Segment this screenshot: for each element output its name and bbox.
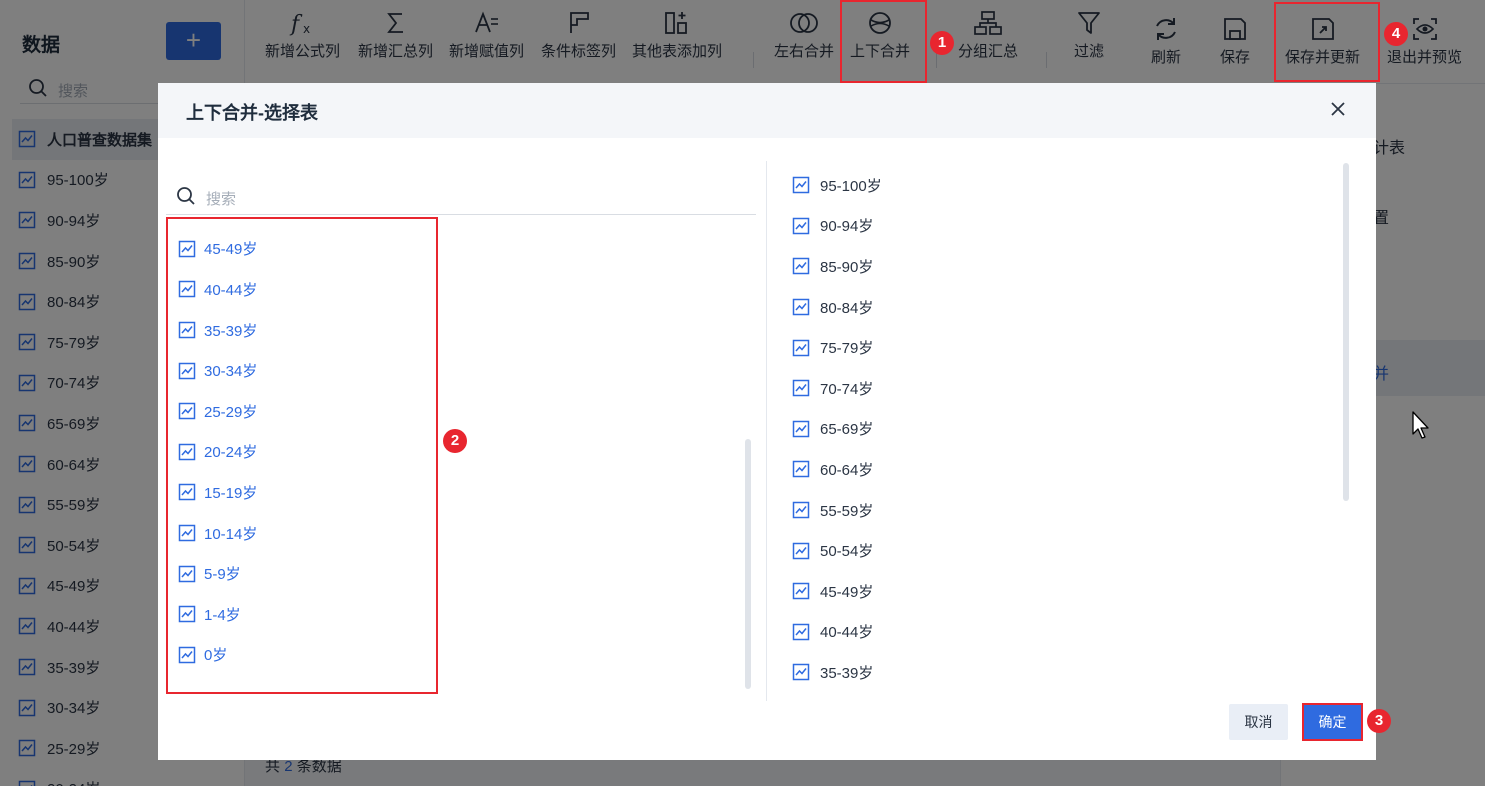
dataset-icon bbox=[792, 339, 810, 356]
selected-table-item[interactable]: 85-90岁 bbox=[782, 246, 1322, 287]
selected-table-item-label: 80-84岁 bbox=[820, 299, 874, 317]
selected-table-item[interactable]: 45-49岁 bbox=[782, 571, 1322, 612]
dataset-icon bbox=[792, 461, 810, 478]
selected-table-item[interactable]: 80-84岁 bbox=[782, 287, 1322, 328]
selected-table-item[interactable]: 55-59岁 bbox=[782, 490, 1322, 531]
selected-table-item[interactable]: 35-39岁 bbox=[782, 652, 1322, 693]
selected-table-item[interactable]: 30-34岁 bbox=[782, 693, 1322, 701]
highlight-up-down-merge bbox=[840, 0, 927, 83]
highlight-save-and-update bbox=[1274, 2, 1380, 82]
highlight-table-list bbox=[166, 217, 438, 694]
selected-table-item-label: 65-69岁 bbox=[820, 421, 874, 439]
selected-table-list: 95-100岁 90-94岁 85-90岁 80-84岁 75-79岁 70-74岁 65-… bbox=[782, 161, 1342, 701]
step-badge-2: 2 bbox=[443, 429, 467, 453]
selected-table-item-label: 90-94岁 bbox=[820, 218, 874, 236]
left-pane-scrollbar[interactable] bbox=[745, 439, 751, 689]
selected-table-item-label: 95-100岁 bbox=[820, 177, 882, 195]
dataset-icon bbox=[792, 542, 810, 559]
pane-divider bbox=[766, 161, 767, 701]
confirm-button[interactable]: 确定 bbox=[1302, 703, 1363, 741]
selected-table-item[interactable]: 70-74岁 bbox=[782, 368, 1322, 409]
selected-table-item-label: 40-44岁 bbox=[820, 624, 874, 642]
step-badge-3: 3 bbox=[1367, 709, 1391, 733]
cancel-button[interactable]: 取消 bbox=[1229, 704, 1288, 740]
selected-table-item-label: 60-64岁 bbox=[820, 461, 874, 479]
selected-table-item[interactable]: 65-69岁 bbox=[782, 409, 1322, 450]
selected-table-item-label: 70-74岁 bbox=[820, 380, 874, 398]
right-pane-scrollbar[interactable] bbox=[1343, 163, 1349, 501]
selected-table-item[interactable]: 50-54岁 bbox=[782, 530, 1322, 571]
mouse-pointer-icon bbox=[1411, 410, 1431, 443]
dataset-icon bbox=[792, 380, 810, 397]
dataset-icon bbox=[792, 298, 810, 316]
dataset-icon bbox=[792, 177, 810, 194]
selected-table-item-label: 45-49岁 bbox=[820, 583, 874, 601]
selected-table-item-label: 75-79岁 bbox=[820, 340, 874, 358]
selected-table-item-label: 55-59岁 bbox=[820, 502, 874, 520]
dataset-icon bbox=[792, 217, 810, 235]
dataset-icon bbox=[792, 420, 810, 438]
search-icon bbox=[176, 186, 196, 209]
close-icon[interactable] bbox=[1330, 101, 1346, 120]
dataset-icon bbox=[792, 501, 810, 519]
dialog-search-placeholder: 搜索 bbox=[206, 191, 237, 208]
selected-table-item-label: 50-54岁 bbox=[820, 543, 874, 561]
selected-table-item[interactable]: 90-94岁 bbox=[782, 206, 1322, 247]
dataset-icon bbox=[792, 664, 810, 681]
selected-table-item[interactable]: 75-79岁 bbox=[782, 327, 1322, 368]
selected-table-item-label: 35-39岁 bbox=[820, 664, 874, 682]
step-badge-1: 1 bbox=[930, 31, 954, 55]
step-badge-4: 4 bbox=[1384, 22, 1408, 46]
dialog-title: 上下合并-选择表 bbox=[186, 103, 318, 123]
merge-select-table-dialog: 上下合并-选择表 搜索 50-54岁 45-49岁 40-44岁 35-39岁 30-3… bbox=[158, 83, 1391, 760]
dataset-icon bbox=[792, 623, 810, 641]
dialog-search-input[interactable]: 搜索 bbox=[166, 177, 756, 215]
selected-table-item[interactable]: 40-44岁 bbox=[782, 612, 1322, 653]
selected-table-item-label: 85-90岁 bbox=[820, 258, 874, 276]
dataset-icon bbox=[792, 258, 810, 275]
dialog-header: 上下合并-选择表 bbox=[158, 83, 1376, 138]
dataset-icon bbox=[792, 582, 810, 600]
selected-table-item[interactable]: 95-100岁 bbox=[782, 165, 1322, 206]
selected-table-item[interactable]: 60-64岁 bbox=[782, 449, 1322, 490]
